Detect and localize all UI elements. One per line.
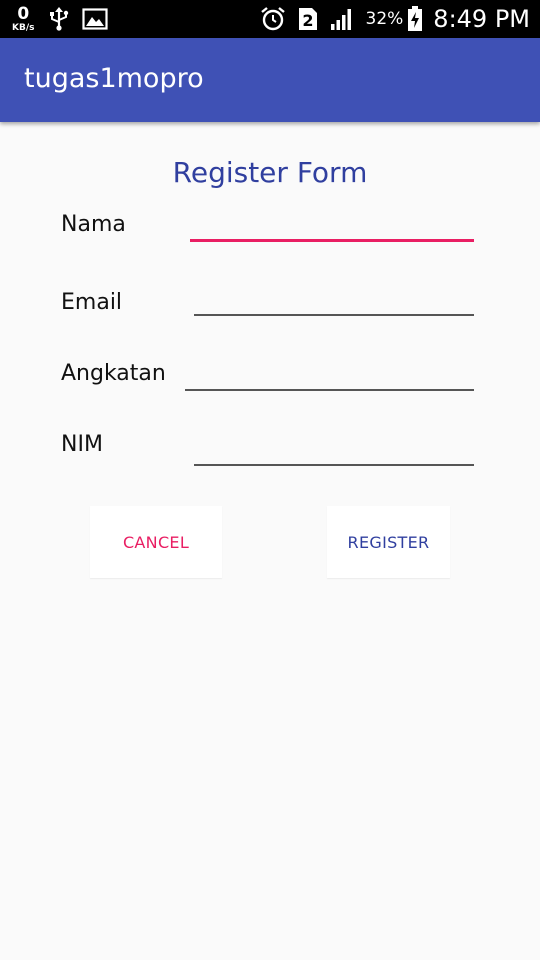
- signal-icon: [330, 7, 354, 31]
- battery-percent: 32%: [365, 9, 404, 29]
- nama-field[interactable]: [190, 215, 474, 242]
- status-bar: 0 KB/s 2 32% 8:49 PM: [0, 0, 540, 38]
- nama-label: Nama: [61, 212, 126, 237]
- battery-charging-icon: [407, 6, 423, 32]
- cancel-button[interactable]: CANCEL: [90, 506, 222, 578]
- email-field[interactable]: [194, 289, 474, 316]
- app-bar: tugas1mopro: [0, 38, 540, 122]
- network-speed-indicator: 0 KB/s: [12, 3, 35, 33]
- network-speed-value: 0: [17, 3, 30, 24]
- register-button-label: REGISTER: [347, 532, 430, 552]
- angkatan-field[interactable]: [185, 364, 474, 391]
- nama-input[interactable]: [190, 215, 474, 238]
- app-title: tugas1mopro: [24, 63, 204, 94]
- email-label: Email: [61, 290, 123, 315]
- usb-icon: [48, 7, 70, 31]
- svg-text:2: 2: [302, 11, 313, 30]
- network-speed-unit: KB/s: [12, 22, 35, 33]
- image-icon: [82, 8, 109, 30]
- clock-time: 8:49 PM: [433, 5, 530, 33]
- angkatan-input[interactable]: [185, 364, 474, 387]
- cancel-button-label: CANCEL: [122, 532, 190, 552]
- angkatan-label: Angkatan: [61, 361, 166, 386]
- alarm-icon: [260, 6, 286, 32]
- register-button[interactable]: REGISTER: [327, 506, 450, 578]
- form-title: Register Form: [172, 156, 368, 189]
- status-bar-right: 2 32% 8:49 PM: [260, 4, 530, 34]
- sim-2-icon: 2: [298, 7, 318, 31]
- email-input[interactable]: [194, 289, 474, 312]
- nim-input[interactable]: [194, 439, 474, 462]
- status-bar-left: 0 KB/s: [12, 4, 120, 34]
- nim-field[interactable]: [194, 439, 474, 466]
- nim-label: NIM: [61, 432, 103, 457]
